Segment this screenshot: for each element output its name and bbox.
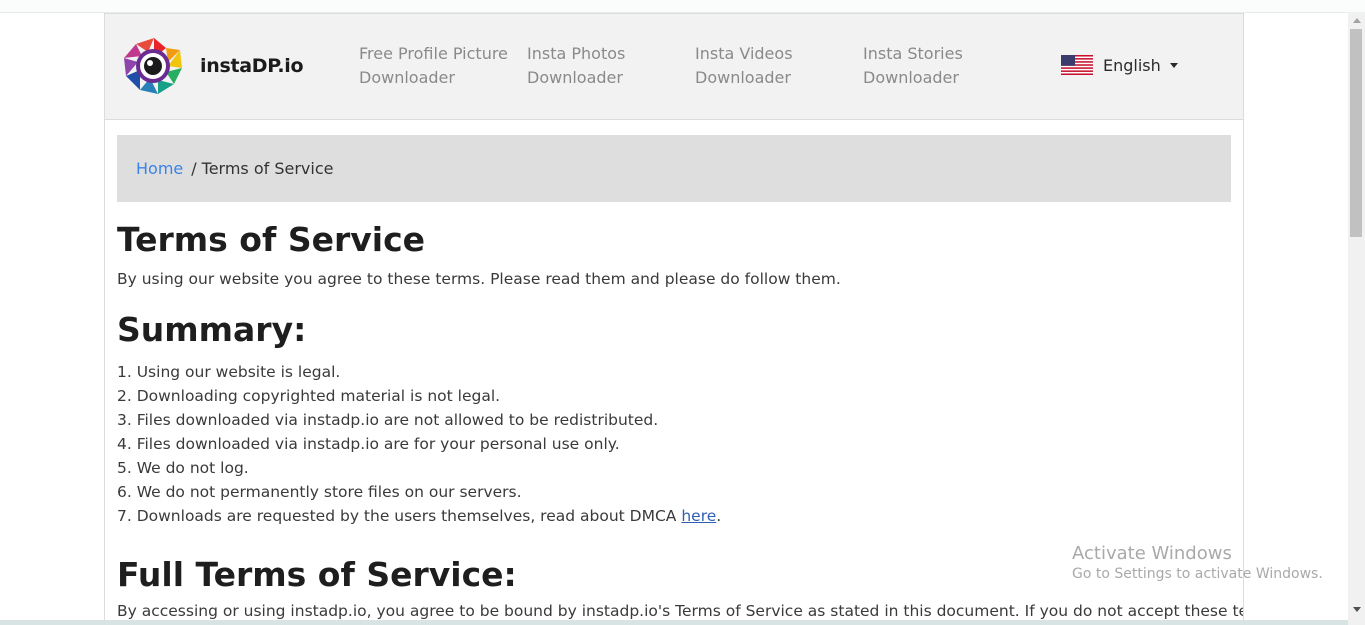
page-container: instaDP.io Free Profile Picture Download… [104,13,1244,625]
intro-paragraph: By using our website you agree to these … [117,270,841,288]
site-logo[interactable]: instaDP.io [122,36,304,98]
caret-down-icon [1169,62,1178,68]
summary-item-text: 7. Downloads are requested by the users … [117,507,682,525]
nav-label-line2: Downloader [695,68,791,87]
watermark-subtitle: Go to Settings to activate Windows. [1072,566,1323,582]
nav-label-line2: Downloader [359,68,455,87]
summary-item-period: . [716,507,722,525]
summary-item: 4. Files downloaded via instadp.io are f… [117,435,620,453]
nav-label-line1: Free Profile Picture [359,44,508,63]
nav-label-line2: Downloader [527,68,623,87]
activate-windows-watermark: Activate Windows Go to Settings to activ… [1072,543,1323,582]
breadcrumb-home-link[interactable]: Home [136,159,183,178]
full-terms-paragraph: By accessing or using instadp.io, you ag… [117,602,1244,620]
breadcrumb-current: Terms of Service [201,159,334,178]
watermark-title: Activate Windows [1072,543,1232,564]
browser-top-strip [0,0,1365,13]
nav-free-profile-picture-downloader[interactable]: Free Profile Picture Downloader [359,42,508,90]
breadcrumb: Home / Terms of Service [117,135,1231,202]
camera-logo-icon [124,38,182,94]
summary-item: 2. Downloading copyrighted material is n… [117,387,501,405]
bottom-strip [0,620,1348,625]
scroll-down-arrow-icon[interactable] [1353,607,1361,612]
nav-insta-videos-downloader[interactable]: Insta Videos Downloader [695,42,793,90]
summary-item-dmca: 7. Downloads are requested by the users … [117,504,721,528]
summary-list: 1. Using our website is legal. 2. Downlo… [117,360,721,528]
summary-item: 3. Files downloaded via instadp.io are n… [117,411,659,429]
navbar: instaDP.io Free Profile Picture Download… [105,13,1243,120]
summary-item: 1. Using our website is legal. [117,363,341,381]
scroll-up-arrow-icon[interactable] [1353,18,1361,23]
nav-insta-photos-downloader[interactable]: Insta Photos Downloader [527,42,625,90]
nav-label-line2: Downloader [863,68,959,87]
nav-label-line1: Insta Stories [863,44,963,63]
dmca-here-link[interactable]: here [681,507,716,525]
us-flag-icon [1061,55,1093,75]
summary-item: 5. We do not log. [117,459,249,477]
breadcrumb-separator: / [191,159,197,178]
scrollbar-thumb[interactable] [1350,29,1362,237]
nav-label-line1: Insta Photos [527,44,626,63]
nav-insta-stories-downloader[interactable]: Insta Stories Downloader [863,42,963,90]
language-label: English [1103,55,1161,75]
nav-label-line1: Insta Videos [695,44,793,63]
vertical-scrollbar[interactable] [1348,12,1365,625]
language-dropdown[interactable]: English [1061,53,1178,77]
summary-item: 6. We do not permanently store files on … [117,483,522,501]
full-terms-heading: Full Terms of Service: [117,555,517,594]
page-title: Terms of Service [117,220,426,259]
logo-text: instaDP.io [200,55,304,77]
summary-heading: Summary: [117,310,307,349]
